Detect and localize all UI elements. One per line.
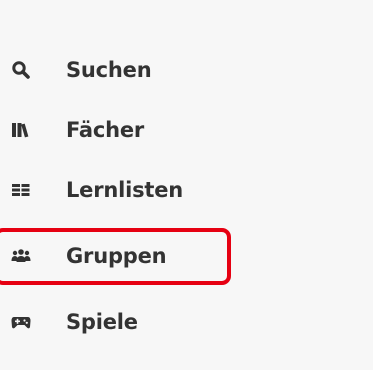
search-icon (11, 60, 31, 80)
sidebar-item-label: Fächer (66, 118, 145, 142)
sidebar-item-gruppen[interactable]: Gruppen (0, 233, 373, 279)
gamepad-icon (11, 312, 31, 332)
sidebar-item-suchen[interactable]: Suchen (0, 47, 373, 93)
sidebar-item-label: Suchen (66, 58, 152, 82)
sidebar-item-label: Gruppen (66, 244, 167, 268)
users-icon (11, 246, 31, 266)
sidebar-item-lernlisten[interactable]: Lernlisten (0, 167, 373, 213)
books-icon (11, 120, 31, 140)
sidebar-item-label: Spiele (66, 310, 138, 334)
sidebar-nav: Suchen Fächer Lernlisten Gruppen Spiele (0, 0, 373, 370)
list-icon (11, 180, 31, 200)
sidebar-item-spiele[interactable]: Spiele (0, 299, 373, 345)
sidebar-item-faecher[interactable]: Fächer (0, 107, 373, 153)
sidebar-item-label: Lernlisten (66, 178, 184, 202)
